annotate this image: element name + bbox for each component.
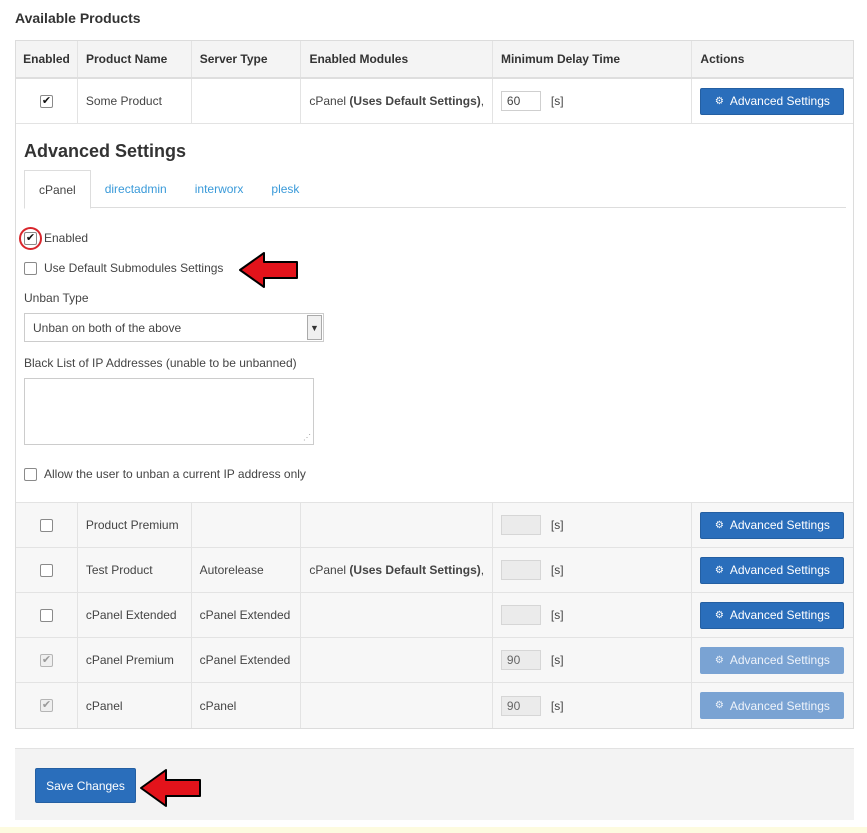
advanced-settings-button[interactable]: ⚙ Advanced Settings <box>700 87 845 115</box>
product-name: Some Product <box>78 79 192 123</box>
save-bar: Save Changes <box>15 748 854 820</box>
delay-input: 90 <box>500 650 541 670</box>
col-server-type: Server Type <box>192 41 302 77</box>
delay-unit: [s] <box>550 563 564 577</box>
gears-icon: ⚙ <box>714 654 724 666</box>
allow-current-option: Allow the user to unban a current IP add… <box>24 467 306 481</box>
module-enabled-checkbox[interactable]: ✔ <box>19 226 42 250</box>
advanced-settings-title: Advanced Settings <box>24 141 187 161</box>
table-row: ✔ Some Product cPanel (Uses Default Sett… <box>16 79 853 124</box>
enabled-modules: cPanel (Uses Default Settings), <box>301 548 493 592</box>
bottom-strip <box>0 827 867 833</box>
col-enabled: Enabled <box>16 41 78 77</box>
blacklist-textarea[interactable]: ⋰ <box>24 378 314 445</box>
product-name: cPanel Premium <box>78 638 192 682</box>
table-row: Product Premium [s] ⚙ Advanced Settings <box>16 503 853 548</box>
product-name: cPanel <box>78 683 192 728</box>
page-title: Available Products <box>15 10 141 26</box>
server-type <box>192 503 302 547</box>
delay-unit: [s] <box>550 608 564 622</box>
enabled-modules <box>301 638 493 682</box>
table-header: Enabled Product Name Server Type Enabled… <box>16 41 853 79</box>
delay-unit: [s] <box>550 653 564 667</box>
blacklist-label: Black List of IP Addresses (unable to be… <box>24 356 297 370</box>
check-icon: ✔ <box>41 699 52 711</box>
enabled-option: ✔ Enabled <box>19 226 89 250</box>
advanced-settings-button[interactable]: ⚙ Advanced Settings <box>700 511 845 539</box>
allow-current-label: Allow the user to unban a current IP add… <box>44 467 306 481</box>
server-type: cPanel <box>192 683 302 728</box>
enabled-checkbox[interactable] <box>39 563 53 577</box>
allow-current-checkbox[interactable] <box>24 467 37 481</box>
enabled-modules: cPanel (Uses Default Settings), <box>301 79 493 123</box>
gears-icon: ⚙ <box>714 700 724 711</box>
delay-unit: [s] <box>550 518 564 532</box>
enabled-modules <box>301 593 493 637</box>
table-row: ✔ cPanel cPanel 90 [s] ⚙ Advanced Settin… <box>16 683 853 728</box>
col-actions: Actions <box>700 52 745 66</box>
server-type: cPanel Extended <box>192 593 302 637</box>
col-enabled-modules: Enabled Modules <box>301 41 493 77</box>
advanced-settings-panel: Advanced Settings cPanel directadmin int… <box>16 124 853 503</box>
enabled-checkbox[interactable] <box>39 518 53 532</box>
tab-cpanel[interactable]: cPanel <box>24 170 91 209</box>
module-enabled-label: Enabled <box>44 231 89 245</box>
module-tabs: cPanel directadmin interworx plesk <box>24 170 846 209</box>
unban-type-select[interactable]: Unban on both of the above ▼ <box>24 313 324 342</box>
server-type: Autorelease <box>192 548 302 592</box>
enabled-modules <box>301 503 493 547</box>
delay-input <box>500 560 541 580</box>
advanced-settings-button: ⚙ Advanced Settings <box>700 646 845 674</box>
server-type: cPanel Extended <box>192 638 302 682</box>
advanced-settings-button[interactable]: ⚙ Advanced Settings <box>700 556 845 584</box>
products-table: Enabled Product Name Server Type Enabled… <box>15 40 854 729</box>
delay-input <box>500 515 541 535</box>
product-name: Test Product <box>78 548 192 592</box>
delay-input: 90 <box>500 695 541 716</box>
table-row: cPanel Extended cPanel Extended [s] ⚙ Ad… <box>16 593 853 638</box>
gears-icon: ⚙ <box>714 609 724 621</box>
check-icon: ✔ <box>41 653 52 666</box>
col-product-name: Product Name <box>78 41 192 77</box>
gears-icon: ⚙ <box>714 519 724 531</box>
advanced-settings-button: ⚙ Advanced Settings <box>700 692 845 719</box>
advanced-settings-button[interactable]: ⚙ Advanced Settings <box>700 601 845 629</box>
enabled-checkbox[interactable]: ✔ <box>39 94 53 108</box>
tab-plesk[interactable]: plesk <box>257 170 313 208</box>
enabled-checkbox[interactable] <box>39 608 53 622</box>
red-arrow-icon <box>140 769 201 807</box>
enabled-checkbox: ✔ <box>39 699 53 712</box>
tab-interworx[interactable]: interworx <box>181 170 258 208</box>
gears-icon: ⚙ <box>714 564 724 576</box>
use-default-label: Use Default Submodules Settings <box>44 261 224 275</box>
chevron-down-icon[interactable]: ▼ <box>307 315 322 340</box>
delay-unit: [s] <box>550 698 564 713</box>
resize-grip-icon[interactable]: ⋰ <box>303 434 311 442</box>
check-icon: ✔ <box>41 94 52 107</box>
server-type <box>192 79 302 123</box>
use-default-checkbox[interactable] <box>24 261 37 275</box>
tab-directadmin[interactable]: directadmin <box>91 170 181 208</box>
highlight-circle <box>19 226 42 250</box>
table-row: ✔ cPanel Premium cPanel Extended 90 [s] … <box>16 638 853 683</box>
table-row: Test Product Autorelease cPanel (Uses De… <box>16 548 853 593</box>
enabled-checkbox: ✔ <box>39 653 53 667</box>
col-min-delay: Minimum Delay Time <box>493 41 693 77</box>
use-default-option: Use Default Submodules Settings <box>24 261 223 275</box>
save-changes-button[interactable]: Save Changes <box>35 768 136 803</box>
enabled-modules <box>301 683 493 728</box>
delay-input <box>500 605 541 625</box>
product-name: cPanel Extended <box>78 593 192 637</box>
delay-input[interactable]: 60 <box>500 91 541 111</box>
unban-type-label: Unban Type <box>24 291 89 305</box>
gears-icon: ⚙ <box>714 95 724 107</box>
product-name: Product Premium <box>78 503 192 547</box>
red-arrow-icon <box>239 252 298 288</box>
delay-unit: [s] <box>550 94 564 108</box>
